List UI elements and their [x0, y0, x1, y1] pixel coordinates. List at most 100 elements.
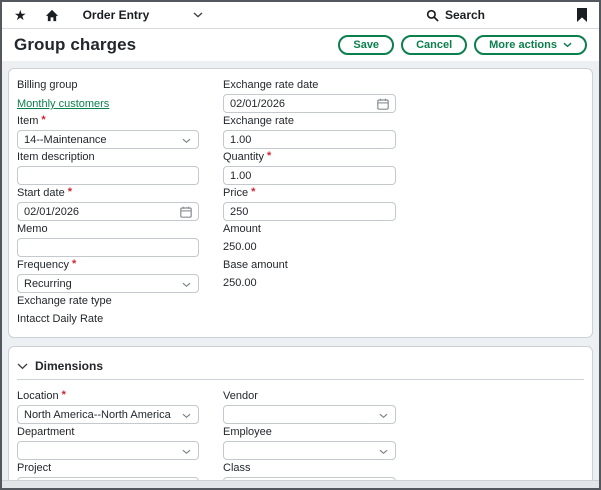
- save-button-label: Save: [353, 39, 379, 51]
- exchange-rate-label: Exchange rate: [223, 115, 584, 127]
- exchange-rate-type-value: Intacct Daily Rate: [17, 310, 223, 325]
- chevron-down-icon: [182, 449, 191, 455]
- exchange-rate-date-value: 02/01/2026: [230, 98, 285, 110]
- dimensions-panel: Dimensions Location* North America--Nort…: [8, 346, 593, 480]
- memo-input[interactable]: [17, 238, 199, 257]
- class-label: Class: [223, 462, 584, 474]
- page-content: Billing group Monthly customers Exchange…: [2, 61, 599, 480]
- item-field: Item* 14--Maintenance: [17, 115, 223, 149]
- quantity-field: Quantity*: [223, 151, 584, 185]
- exchange-rate-date-field: Exchange rate date 02/01/2026: [223, 79, 584, 113]
- class-select[interactable]: [223, 477, 396, 480]
- horizontal-scrollbar[interactable]: [2, 480, 599, 488]
- page-header: Group charges Save Cancel More actions: [2, 29, 599, 61]
- home-icon[interactable]: [45, 9, 59, 22]
- search-button[interactable]: Search: [426, 8, 485, 22]
- billing-group-link[interactable]: Monthly customers: [17, 96, 109, 110]
- dimensions-section-toggle[interactable]: Dimensions: [17, 357, 584, 380]
- exchange-rate-date-label: Exchange rate date: [223, 79, 584, 91]
- chevron-down-icon: [182, 282, 191, 288]
- item-description-field: Item description: [17, 151, 223, 185]
- start-date-input[interactable]: 02/01/2026: [17, 202, 199, 221]
- location-select-value: North America--North America: [24, 409, 171, 421]
- chevron-down-icon: [182, 138, 191, 144]
- cancel-button[interactable]: Cancel: [401, 35, 467, 55]
- top-bar: ★ Order Entry Search: [2, 2, 599, 29]
- required-marker: *: [267, 151, 271, 161]
- required-marker: *: [72, 259, 76, 269]
- project-field: Project: [17, 462, 223, 480]
- base-amount-label: Base amount: [223, 259, 584, 271]
- required-marker: *: [41, 115, 45, 125]
- vendor-label: Vendor: [223, 390, 584, 402]
- frequency-select[interactable]: Recurring: [17, 274, 199, 293]
- frequency-label: Frequency*: [17, 259, 223, 271]
- calendar-icon[interactable]: [180, 206, 192, 218]
- chevron-down-icon: [379, 413, 388, 419]
- memo-field: Memo: [17, 223, 223, 257]
- cancel-button-label: Cancel: [416, 39, 452, 51]
- vendor-select[interactable]: [223, 405, 396, 424]
- base-amount-value: 250.00: [223, 274, 584, 289]
- employee-select[interactable]: [223, 441, 396, 460]
- chevron-down-icon: [193, 12, 203, 18]
- memo-label: Memo: [17, 223, 223, 235]
- search-icon: [426, 9, 439, 22]
- application-menu[interactable]: Order Entry: [83, 8, 203, 22]
- location-label: Location*: [17, 390, 223, 402]
- required-marker: *: [68, 187, 72, 197]
- favorite-star-icon[interactable]: ★: [14, 8, 27, 22]
- calendar-icon[interactable]: [377, 98, 389, 110]
- item-label: Item*: [17, 115, 223, 127]
- department-label: Department: [17, 426, 223, 438]
- chevron-down-icon: [17, 363, 28, 370]
- item-description-label: Item description: [17, 151, 223, 163]
- exchange-rate-date-input[interactable]: 02/01/2026: [223, 94, 396, 113]
- more-actions-button[interactable]: More actions: [474, 35, 587, 55]
- chevron-down-icon: [182, 413, 191, 419]
- save-button[interactable]: Save: [338, 35, 394, 55]
- amount-value: 250.00: [223, 238, 584, 253]
- item-select[interactable]: 14--Maintenance: [17, 130, 199, 149]
- employee-field: Employee: [223, 426, 584, 460]
- header-actions: Save Cancel More actions: [338, 35, 587, 55]
- start-date-value: 02/01/2026: [24, 206, 79, 218]
- department-field: Department: [17, 426, 223, 460]
- more-actions-button-label: More actions: [489, 39, 557, 51]
- project-label: Project: [17, 462, 223, 474]
- billing-group-field: Billing group Monthly customers: [17, 79, 223, 113]
- required-marker: *: [62, 390, 66, 400]
- chevron-down-icon: [379, 449, 388, 455]
- bookmark-icon[interactable]: [577, 8, 587, 22]
- frequency-select-value: Recurring: [24, 278, 72, 290]
- price-field: Price*: [223, 187, 584, 221]
- billing-group-label: Billing group: [17, 79, 223, 91]
- price-label: Price*: [223, 187, 584, 199]
- item-description-input[interactable]: [17, 166, 199, 185]
- item-select-value: 14--Maintenance: [24, 134, 107, 146]
- amount-field: Amount 250.00: [223, 223, 584, 257]
- exchange-rate-type-field: Exchange rate type Intacct Daily Rate: [17, 295, 223, 325]
- quantity-input[interactable]: [223, 166, 396, 185]
- project-select[interactable]: [17, 477, 199, 480]
- charge-details-panel: Billing group Monthly customers Exchange…: [8, 68, 593, 338]
- location-field: Location* North America--North America: [17, 390, 223, 424]
- vendor-field: Vendor: [223, 390, 584, 424]
- dimensions-section-title: Dimensions: [35, 359, 103, 373]
- frequency-field: Frequency* Recurring: [17, 259, 223, 293]
- chevron-down-icon: [563, 42, 572, 48]
- app-window: ★ Order Entry Search Group charges Save …: [0, 0, 601, 490]
- application-menu-label: Order Entry: [83, 8, 193, 22]
- class-field: Class: [223, 462, 584, 480]
- page-title: Group charges: [14, 35, 136, 55]
- exchange-rate-input[interactable]: [223, 130, 396, 149]
- price-input[interactable]: [223, 202, 396, 221]
- quantity-label: Quantity*: [223, 151, 584, 163]
- start-date-field: Start date* 02/01/2026: [17, 187, 223, 221]
- exchange-rate-type-label: Exchange rate type: [17, 295, 223, 307]
- required-marker: *: [251, 187, 255, 197]
- location-select[interactable]: North America--North America: [17, 405, 199, 424]
- amount-label: Amount: [223, 223, 584, 235]
- department-select[interactable]: [17, 441, 199, 460]
- search-label: Search: [445, 8, 485, 22]
